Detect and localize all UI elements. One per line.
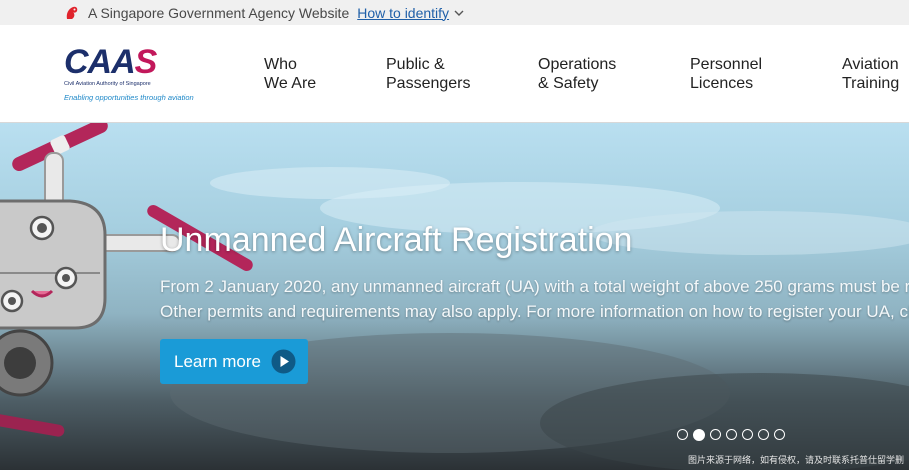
- logo-word-accent: S: [134, 43, 158, 81]
- nav-public-passengers[interactable]: Public & Passengers: [386, 55, 471, 93]
- nav-personnel-licences[interactable]: Personnel Licences: [690, 55, 762, 93]
- learn-more-button[interactable]: Learn more: [160, 339, 308, 384]
- hero-title: Unmanned Aircraft Registration: [160, 221, 633, 259]
- caas-logo[interactable]: CAAS Civil Aviation Authority of Singapo…: [64, 45, 214, 111]
- site-header: CAAS Civil Aviation Authority of Singapo…: [0, 25, 909, 123]
- singapore-lion-icon: [66, 6, 78, 19]
- carousel-dot[interactable]: [742, 429, 753, 440]
- government-masthead: A Singapore Government Agency Website Ho…: [0, 0, 909, 25]
- nav-who-we-are[interactable]: Who We Are: [264, 55, 316, 93]
- carousel-dot[interactable]: [758, 429, 769, 440]
- logo-word-main: CAA: [64, 43, 136, 81]
- nav-aviation-training[interactable]: Aviation Training: [842, 55, 899, 93]
- nav-label-line2: We Are: [264, 75, 317, 92]
- nav-label-line1: Personnel: [690, 56, 763, 73]
- carousel-dot[interactable]: [726, 429, 737, 440]
- hero-banner: Unmanned Aircraft Registration From 2 Ja…: [0, 123, 909, 470]
- nav-label-line1: Operations: [538, 56, 617, 73]
- chevron-down-icon[interactable]: [454, 8, 464, 18]
- nav-label-line2: Training: [842, 75, 900, 92]
- hero-description-line1: From 2 January 2020, any unmanned aircra…: [160, 277, 909, 296]
- carousel-dot[interactable]: [693, 428, 705, 441]
- nav-label-line2: & Safety: [538, 75, 599, 92]
- carousel-dot[interactable]: [710, 429, 721, 440]
- nav-label-line2: Passengers: [386, 75, 471, 92]
- learn-more-label: Learn more: [174, 351, 261, 371]
- logo-wordmark: CAAS: [64, 45, 214, 79]
- how-to-identify-link[interactable]: How to identify: [357, 5, 449, 21]
- logo-subtitle: Civil Aviation Authority of Singapore: [64, 81, 151, 87]
- nav-label-line2: Licences: [690, 75, 754, 92]
- play-arrow-icon: [271, 349, 296, 374]
- carousel-dot[interactable]: [677, 429, 688, 440]
- carousel-indicators: [677, 428, 790, 441]
- logo-tagline: Enabling opportunities through aviation: [64, 93, 194, 102]
- hero-description: From 2 January 2020, any unmanned aircra…: [160, 274, 909, 324]
- masthead-text: A Singapore Government Agency Website: [88, 4, 350, 21]
- nav-label-line1: Public &: [386, 56, 445, 73]
- nav-label-line1: Who: [264, 56, 297, 73]
- nav-label-line1: Aviation: [842, 56, 899, 73]
- image-credit-text: 图片来源于网络，如有侵权，请及时联系托普仕留学删: [688, 455, 905, 465]
- carousel-dot[interactable]: [774, 429, 785, 440]
- nav-operations-safety[interactable]: Operations & Safety: [538, 55, 616, 93]
- hero-description-line2: Other permits and requirements may also …: [160, 302, 909, 321]
